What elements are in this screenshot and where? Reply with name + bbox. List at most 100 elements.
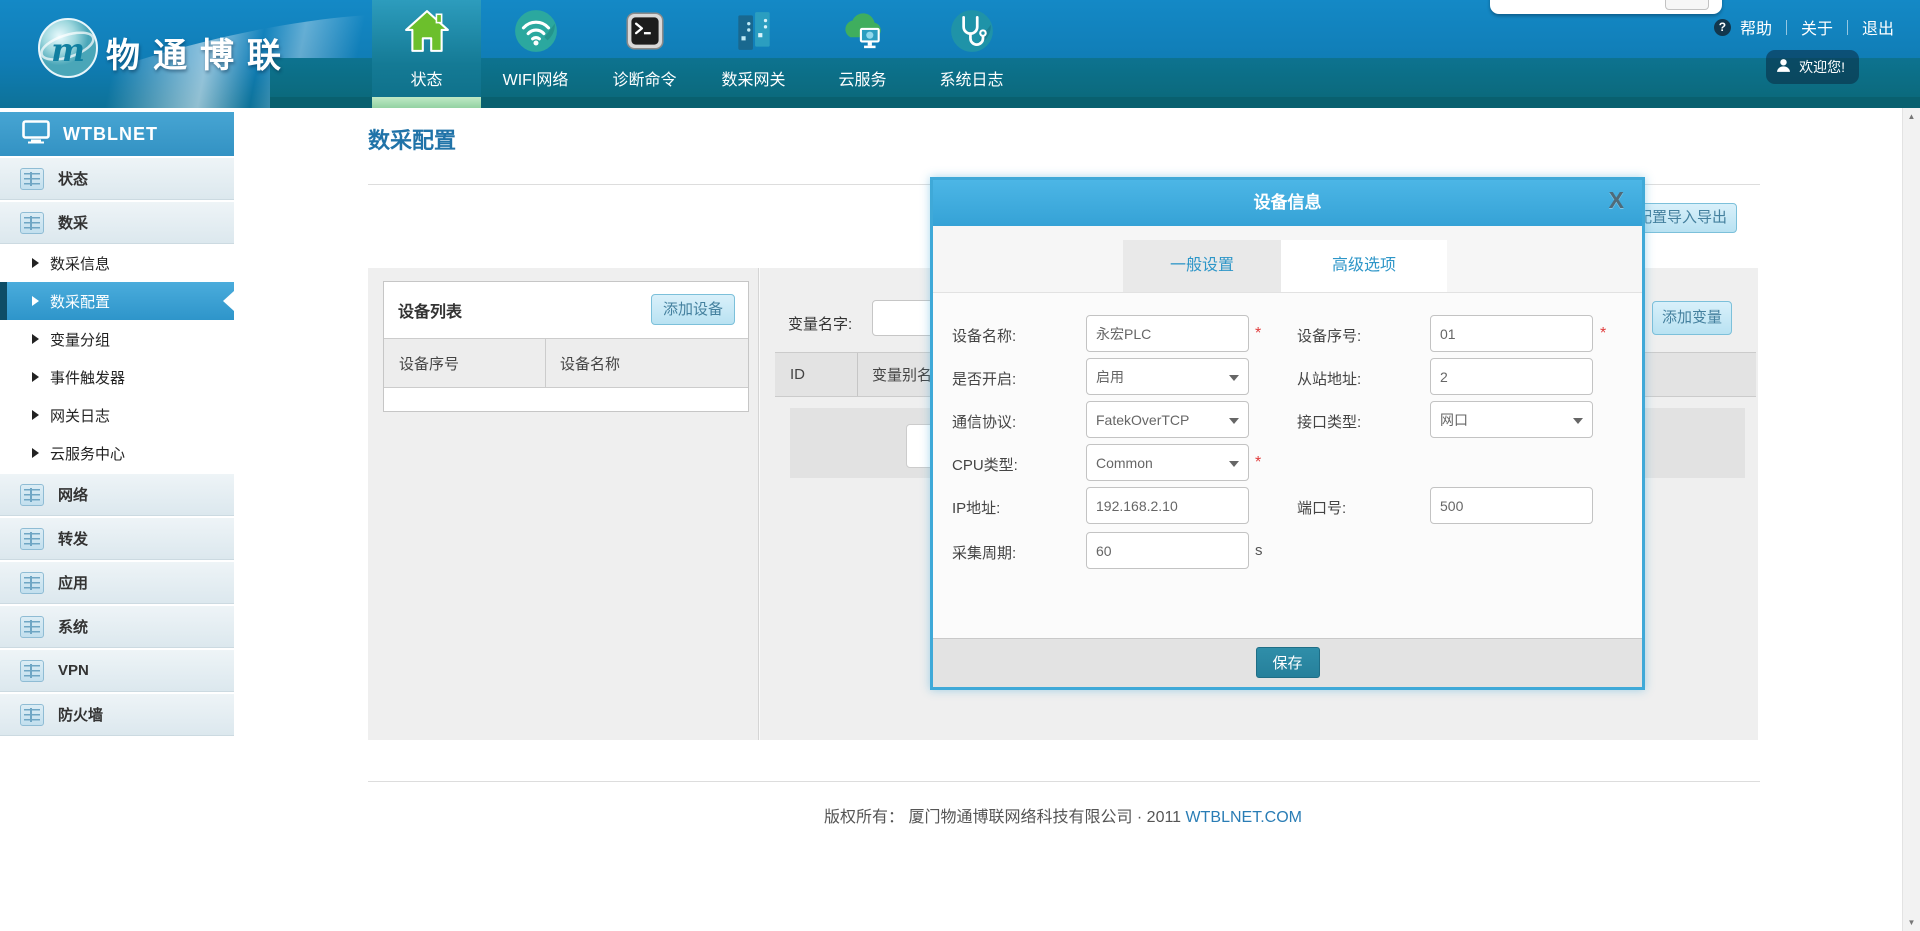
globe-logo-icon: m bbox=[36, 16, 100, 80]
port-input[interactable] bbox=[1430, 487, 1593, 524]
ip-address-input[interactable] bbox=[1086, 487, 1249, 524]
sidebar-subitem-gateway-logs[interactable]: 网关日志 bbox=[0, 396, 234, 434]
welcome-text: 欢迎您! bbox=[1799, 57, 1845, 77]
add-device-button[interactable]: 添加设备 bbox=[651, 294, 735, 325]
sidebar-subitem-cloud-center[interactable]: 云服务中心 bbox=[0, 434, 234, 472]
tab-advanced-options[interactable]: 高级选项 bbox=[1281, 240, 1447, 292]
nav-tab-diagnostics[interactable]: 诊断命令 bbox=[590, 0, 699, 108]
site-link[interactable]: WTBLNET.COM bbox=[1186, 809, 1302, 826]
sidebar-item-label: 状态 bbox=[58, 168, 88, 189]
vertical-scrollbar[interactable]: ▲ ▼ bbox=[1902, 108, 1920, 931]
tab-general-settings[interactable]: 一般设置 bbox=[1123, 240, 1281, 292]
caret-right-icon bbox=[32, 296, 39, 306]
ip-address-label: IP地址: bbox=[952, 497, 1000, 518]
logout-link[interactable]: 退出 bbox=[1858, 15, 1898, 39]
sidebar-item-firewall[interactable]: 防火墙 bbox=[0, 694, 234, 736]
header-search-input[interactable] bbox=[1498, 0, 1652, 11]
nav-tab-label: WIFI网络 bbox=[481, 66, 590, 90]
nav-tab-status[interactable]: 状态 bbox=[372, 0, 481, 108]
add-variable-button[interactable]: 添加变量 bbox=[1652, 301, 1732, 335]
sidebar-brand: WTBLNET bbox=[0, 112, 234, 156]
sidebar-item-network[interactable]: 网络 bbox=[0, 474, 234, 516]
nav-tab-wifi[interactable]: WIFI网络 bbox=[481, 0, 590, 108]
separator bbox=[1786, 20, 1787, 35]
nav-tab-gateway[interactable]: 数采网关 bbox=[699, 0, 808, 108]
seconds-suffix: s bbox=[1255, 542, 1263, 559]
table-icon bbox=[20, 660, 44, 682]
enabled-select-value: 启用 bbox=[1096, 367, 1124, 387]
device-name-input[interactable] bbox=[1086, 315, 1249, 352]
scroll-up-icon[interactable]: ▲ bbox=[1903, 108, 1920, 125]
nav-tab-syslog[interactable]: 系统日志 bbox=[917, 0, 1026, 108]
column-header-device-no: 设备序号 bbox=[384, 339, 546, 387]
table-icon bbox=[20, 704, 44, 726]
sidebar-item-system[interactable]: 系统 bbox=[0, 606, 234, 648]
modal-body: 设备名称: * 设备序号: * 是否开启: 启用 从站地址: 通信协议: Fat… bbox=[933, 293, 1642, 640]
interface-type-select[interactable]: 网口 bbox=[1430, 401, 1593, 438]
cpu-type-label: CPU类型: bbox=[952, 454, 1018, 475]
logo-text: 物通博联 bbox=[106, 28, 294, 77]
sidebar-item-data-acquisition[interactable]: 数采 bbox=[0, 202, 234, 244]
gateway-icon bbox=[731, 8, 777, 54]
cpu-type-select[interactable]: Common bbox=[1086, 444, 1249, 481]
caret-right-icon bbox=[32, 410, 39, 420]
table-icon bbox=[20, 212, 44, 234]
required-asterisk: * bbox=[1255, 454, 1261, 472]
sidebar-subitem-label: 事件触发器 bbox=[50, 367, 125, 388]
sidebar-item-vpn[interactable]: VPN bbox=[0, 650, 234, 692]
header-links: ? 帮助 关于 退出 bbox=[1714, 15, 1898, 39]
save-button[interactable]: 保存 bbox=[1256, 647, 1320, 678]
page: m 物通博联 状态 bbox=[0, 0, 1920, 931]
sidebar-subitem-label: 数采配置 bbox=[50, 291, 110, 312]
home-icon bbox=[404, 8, 450, 54]
sidebar-subitem-da-config[interactable]: 数采配置 bbox=[0, 282, 234, 320]
interface-type-select-value: 网口 bbox=[1440, 410, 1468, 430]
sidebar-brand-label: WTBLNET bbox=[63, 124, 158, 145]
close-icon[interactable]: X bbox=[1609, 189, 1624, 212]
sidebar-item-applications[interactable]: 应用 bbox=[0, 562, 234, 604]
column-header-variable-alias: 变量别名 bbox=[858, 364, 932, 385]
sidebar-subitem-event-triggers[interactable]: 事件触发器 bbox=[0, 358, 234, 396]
sidebar-item-label: 转发 bbox=[58, 528, 88, 549]
protocol-select[interactable]: FatekOverTCP bbox=[1086, 401, 1249, 438]
chevron-down-icon bbox=[1229, 375, 1239, 381]
chevron-down-icon bbox=[1229, 418, 1239, 424]
sidebar-subitem-da-info[interactable]: 数采信息 bbox=[0, 244, 234, 282]
sidebar-item-label: 防火墙 bbox=[58, 704, 103, 725]
help-link[interactable]: 帮助 bbox=[1736, 15, 1776, 39]
table-icon bbox=[20, 168, 44, 190]
table-icon bbox=[20, 484, 44, 506]
scroll-down-icon[interactable]: ▼ bbox=[1903, 914, 1920, 931]
slave-address-label: 从站地址: bbox=[1297, 368, 1361, 389]
slave-address-input[interactable] bbox=[1430, 358, 1593, 395]
sidebar-item-label: 数采 bbox=[58, 212, 88, 233]
svg-text:m: m bbox=[51, 31, 85, 69]
device-list-card: 设备列表 添加设备 设备序号 设备名称 bbox=[383, 281, 749, 412]
sidebar-item-status[interactable]: 状态 bbox=[0, 158, 234, 200]
footer-divider bbox=[368, 781, 1760, 782]
panel-divider bbox=[758, 268, 759, 740]
modal-title: 设备信息 bbox=[933, 180, 1642, 226]
device-list-title: 设备列表 bbox=[398, 298, 462, 322]
welcome-badge: 欢迎您! bbox=[1766, 50, 1859, 84]
caret-right-icon bbox=[32, 334, 39, 344]
port-label: 端口号: bbox=[1297, 497, 1346, 518]
sidebar-item-label: 系统 bbox=[58, 616, 88, 637]
variable-name-label: 变量名字: bbox=[788, 313, 852, 334]
about-link[interactable]: 关于 bbox=[1797, 15, 1837, 39]
nav-tab-cloud[interactable]: 云服务 bbox=[808, 0, 917, 108]
device-no-input[interactable] bbox=[1430, 315, 1593, 352]
collection-period-label: 采集周期: bbox=[952, 542, 1016, 563]
device-list-header: 设备列表 添加设备 bbox=[384, 282, 748, 338]
terminal-icon bbox=[622, 8, 668, 54]
separator bbox=[1847, 20, 1848, 35]
modal-tab-bar: 一般设置 高级选项 bbox=[933, 226, 1642, 293]
required-asterisk: * bbox=[1255, 325, 1261, 343]
sidebar-subitem-variable-groups[interactable]: 变量分组 bbox=[0, 320, 234, 358]
collection-period-input[interactable] bbox=[1086, 532, 1249, 569]
page-title: 数采配置 bbox=[368, 123, 456, 155]
enabled-select[interactable]: 启用 bbox=[1086, 358, 1249, 395]
sidebar-item-forwarding[interactable]: 转发 bbox=[0, 518, 234, 560]
header-search-button[interactable] bbox=[1665, 0, 1709, 10]
chevron-down-icon bbox=[1573, 418, 1583, 424]
